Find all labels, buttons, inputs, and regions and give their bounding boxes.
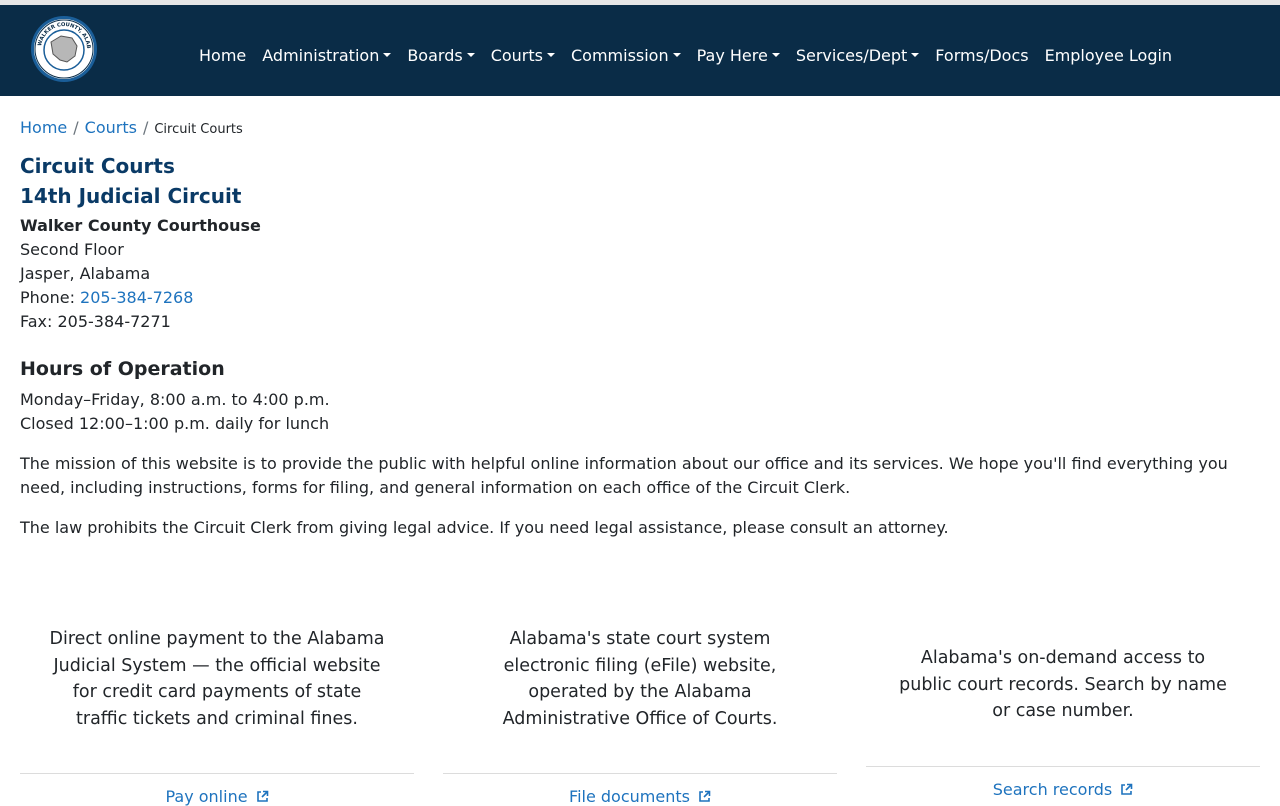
fax-line: Fax: 205-384-7271 <box>20 312 171 331</box>
breadcrumb-current: Circuit Courts <box>154 122 243 137</box>
external-link-icon <box>1121 783 1133 795</box>
nav-employee-login[interactable]: Employee Login <box>1045 46 1173 65</box>
nav-commission[interactable]: Commission <box>571 46 681 65</box>
nav-courts[interactable]: Courts <box>491 46 555 65</box>
card-pay-online: Direct online payment to the Alabama Jud… <box>20 626 414 732</box>
nav-forms-docs[interactable]: Forms/Docs <box>935 46 1028 65</box>
address-floor: Second Floor <box>20 240 124 259</box>
caret-down-icon <box>383 53 392 57</box>
external-link-icon <box>256 790 268 802</box>
card-divider <box>443 773 837 774</box>
breadcrumb-separator: / <box>142 118 149 137</box>
address-city: Jasper, Alabama <box>20 264 151 283</box>
county-seal-logo[interactable]: WALKER COUNTY, ALABAMA <box>31 16 97 82</box>
pay-online-link[interactable]: Pay online <box>20 787 414 806</box>
nav-pay-here[interactable]: Pay Here <box>697 46 780 65</box>
caret-down-icon <box>771 53 780 57</box>
hours-weekday: Monday–Friday, 8:00 a.m. to 4:00 p.m. <box>20 390 330 409</box>
mission-text-line-2: need, including instructions, forms for … <box>20 478 851 497</box>
caret-down-icon <box>911 53 920 57</box>
nav-boards[interactable]: Boards <box>407 46 475 65</box>
caret-down-icon <box>672 53 681 57</box>
courthouse-name: Walker County Courthouse <box>20 216 261 235</box>
card-description: Alabama's state court system electronic … <box>502 629 778 729</box>
breadcrumb-separator: / <box>73 118 79 137</box>
nav-services-dept[interactable]: Services/Dept <box>796 46 920 65</box>
breadcrumb-home-link[interactable]: Home <box>20 118 67 137</box>
card-search-records: Alabama's on-demand access to public cou… <box>866 645 1260 725</box>
site-header: WALKER COUNTY, ALABAMA Home Administrati… <box>0 5 1280 96</box>
card-description: Alabama's on-demand access to public cou… <box>899 648 1227 721</box>
breadcrumb-courts-link[interactable]: Courts <box>85 118 137 137</box>
breadcrumb: Home / Courts / Circuit Courts <box>20 118 243 137</box>
caret-down-icon <box>466 53 475 57</box>
card-description: Direct online payment to the Alabama Jud… <box>49 629 385 729</box>
nav-home[interactable]: Home <box>199 46 246 65</box>
legal-notice: The law prohibits the Circuit Clerk from… <box>20 518 949 537</box>
phone-link[interactable]: 205-384-7268 <box>80 288 193 307</box>
search-records-link[interactable]: Search records <box>866 780 1260 799</box>
phone-label: Phone: <box>20 288 81 307</box>
card-divider <box>866 766 1260 767</box>
mission-text-line-1: The mission of this website is to provid… <box>20 454 1228 473</box>
card-divider <box>20 773 414 774</box>
caret-down-icon <box>546 53 555 57</box>
page-title: Circuit Courts <box>20 154 175 178</box>
phone-line: Phone: 205-384-7268 <box>20 286 193 310</box>
card-efile: Alabama's state court system electronic … <box>443 626 837 732</box>
page-subtitle: 14th Judicial Circuit <box>20 184 242 208</box>
external-link-icon <box>699 790 711 802</box>
file-documents-link[interactable]: File documents <box>443 787 837 806</box>
hours-lunch: Closed 12:00–1:00 p.m. daily for lunch <box>20 414 330 433</box>
main-nav: Home Administration Boards Courts Commis… <box>199 41 1188 69</box>
nav-administration[interactable]: Administration <box>262 46 392 65</box>
hours-heading: Hours of Operation <box>20 358 225 380</box>
